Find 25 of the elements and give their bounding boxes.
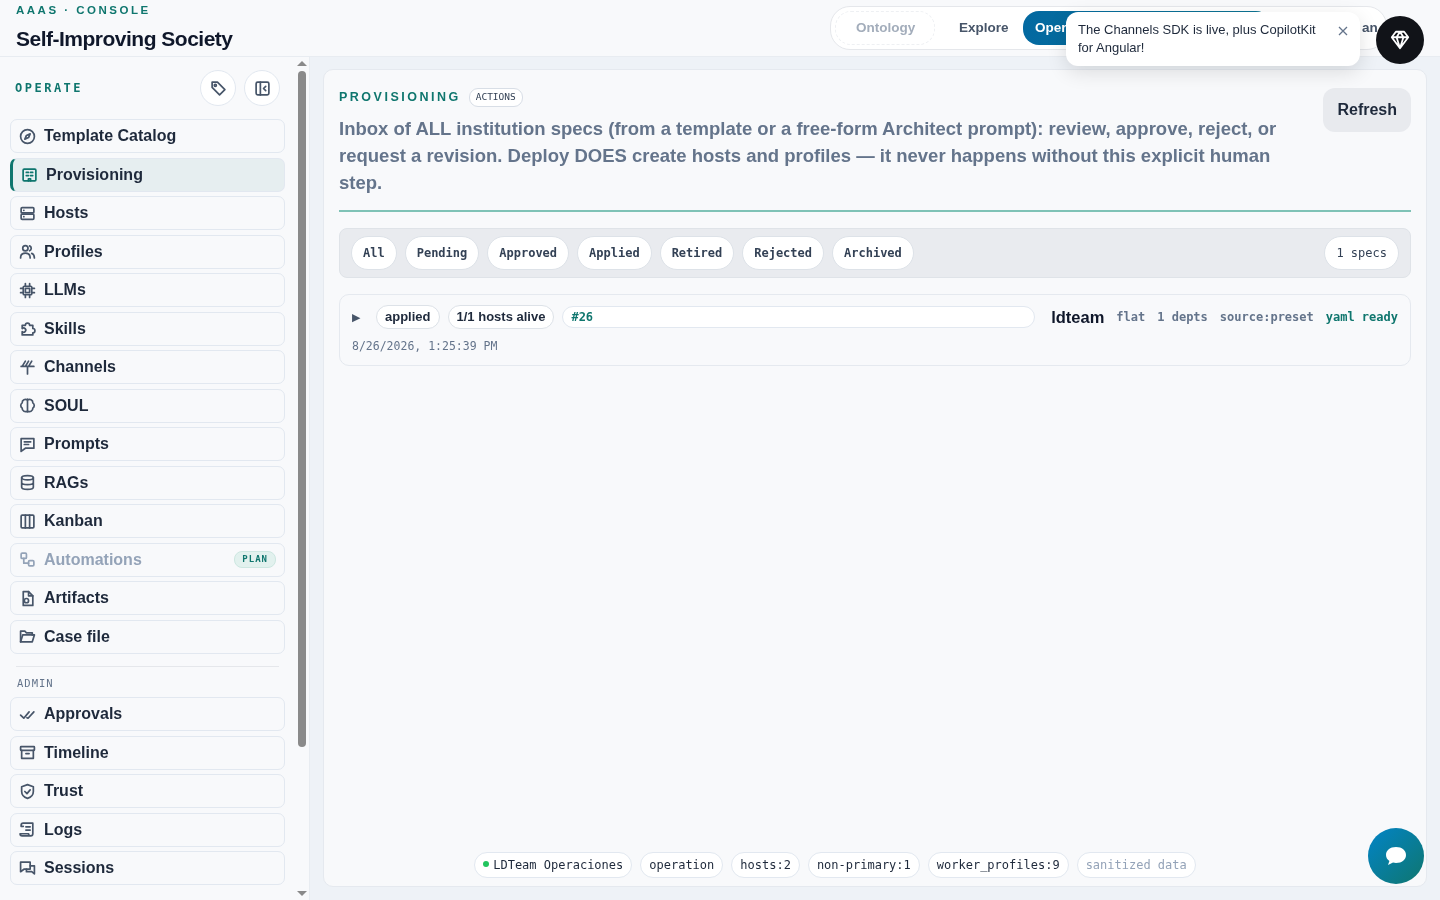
panel-title: PROVISIONING <box>339 89 461 106</box>
info-chip: non-primary:1 <box>807 852 920 878</box>
info-chip: worker_profiles:9 <box>927 852 1069 878</box>
timestamp: 8/26/2026, 1:25:39 PM <box>352 337 499 355</box>
info-chip: sanitized data <box>1076 852 1196 878</box>
console-label: AAAS · CONSOLE <box>16 2 152 18</box>
status-pill: applied <box>376 305 440 329</box>
hosts-pill: 1/1 hosts alive <box>447 305 555 329</box>
info-chip: LDTeam Operaciones <box>474 852 633 878</box>
actions-tag: ACTIONS <box>468 88 523 107</box>
spec-number: #26 <box>562 306 1036 329</box>
yaml-status: yaml ready <box>1325 309 1398 327</box>
section-heading: OPERATE <box>15 80 84 97</box>
toast-message: The Channels SDK is live, plus CopilotKit for Angular! <box>1078 21 1317 57</box>
spec-name: ldteam <box>1051 306 1105 328</box>
plan-badge: PLAN <box>234 550 277 569</box>
info-chip: operation <box>640 852 724 878</box>
layout-label: flat <box>1116 309 1146 327</box>
info-chip: hosts:2 <box>731 852 800 878</box>
source-label: source:preset <box>1219 309 1314 327</box>
spec-count: 1 specs <box>1324 235 1399 270</box>
app-title: Self-Improving Society <box>16 25 233 52</box>
panel-description: Inbox of ALL institution specs (from a template or a free-form Architect prompt): review, approve, reject, or request a revision. Deploy DOES create hosts and profiles — it never happens without this explicit human step. <box>339 116 1278 195</box>
depts-label: 1 depts <box>1157 309 1208 327</box>
section-heading: ADMIN <box>16 675 55 691</box>
